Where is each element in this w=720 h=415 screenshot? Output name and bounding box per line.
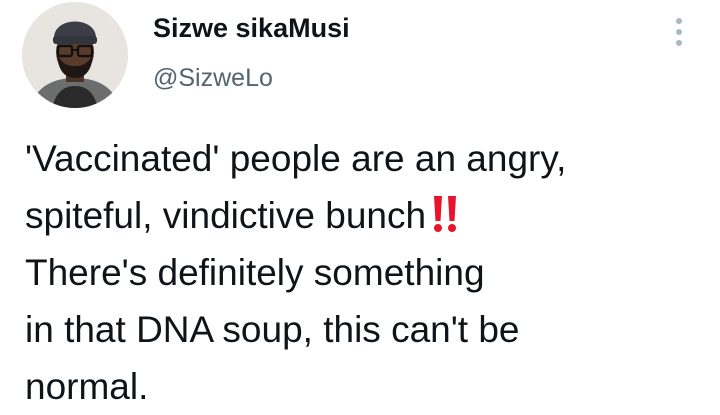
tweet-card: Sizwe sikaMusi @SizweLo 'Vaccinated' peo…	[0, 0, 720, 408]
author-handle[interactable]: @SizweLo	[153, 64, 273, 93]
tweet-text-line: in that DNA soup, this can't be	[25, 309, 520, 350]
tweet-text-line: normal.	[25, 366, 149, 407]
tweet-text-line: There's definitely something	[25, 252, 485, 293]
author-display-name[interactable]: Sizwe sikaMusi	[153, 13, 350, 44]
avatar[interactable]	[22, 2, 128, 108]
tweet-text-line: 'Vaccinated' people are an angry,	[25, 138, 567, 179]
more-options-vertical-icon	[676, 18, 682, 46]
tweet-text-line-with-emoji: spiteful, vindictive bunch	[25, 187, 705, 244]
double-exclamation-mark-icon	[430, 194, 460, 234]
more-options-button[interactable]	[664, 14, 694, 50]
tweet-text: 'Vaccinated' people are an angry, spitef…	[25, 130, 705, 415]
tweet-text-line: spiteful, vindictive bunch	[25, 195, 427, 236]
profile-photo-icon	[22, 2, 128, 108]
